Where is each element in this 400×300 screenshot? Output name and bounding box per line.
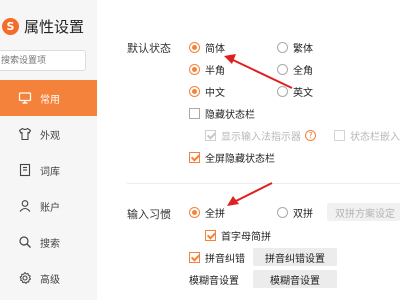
annotation-arrows xyxy=(224,54,293,206)
arrow-to-simplified xyxy=(224,54,293,89)
arrow-to-full-pinyin xyxy=(227,182,273,206)
